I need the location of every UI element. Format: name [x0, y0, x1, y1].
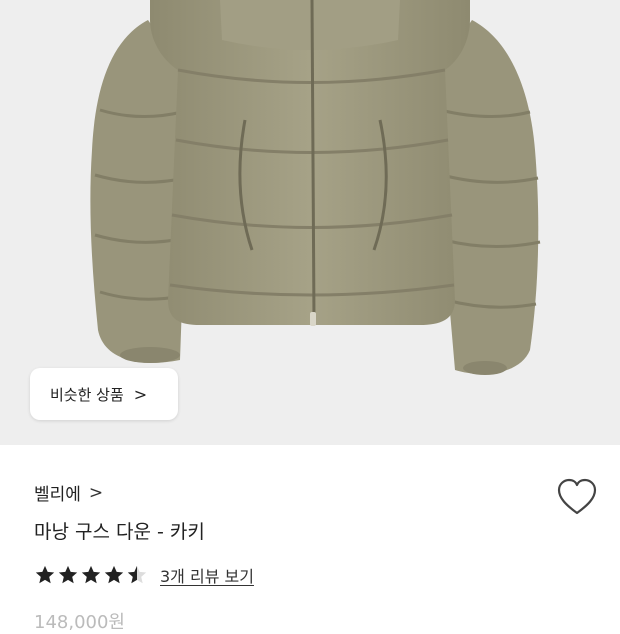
- product-image[interactable]: 비슷한 상품 >: [0, 0, 620, 445]
- star-icon: [81, 565, 101, 584]
- product-title: 마낭 구스 다운 - 카키: [34, 521, 205, 543]
- similar-products-label: 비슷한 상품: [50, 385, 124, 404]
- star-icon: [35, 565, 55, 584]
- similar-products-button[interactable]: 비슷한 상품 >: [30, 368, 178, 420]
- rating-stars: [34, 564, 148, 586]
- rating-row: 3개 리뷰 보기: [34, 563, 254, 587]
- product-price: 148,000원: [34, 612, 125, 633]
- chevron-right-icon: >: [88, 482, 104, 503]
- heart-outline-icon[interactable]: [556, 477, 598, 517]
- star-half-icon: [127, 565, 147, 584]
- star-icon: [104, 565, 124, 584]
- star-icon: [58, 565, 78, 584]
- review-link[interactable]: 3개 리뷰 보기: [160, 563, 254, 587]
- chevron-right-icon: >: [133, 384, 148, 404]
- brand-name: 벨리에: [34, 485, 81, 505]
- brand-link[interactable]: 벨리에 >: [34, 480, 104, 506]
